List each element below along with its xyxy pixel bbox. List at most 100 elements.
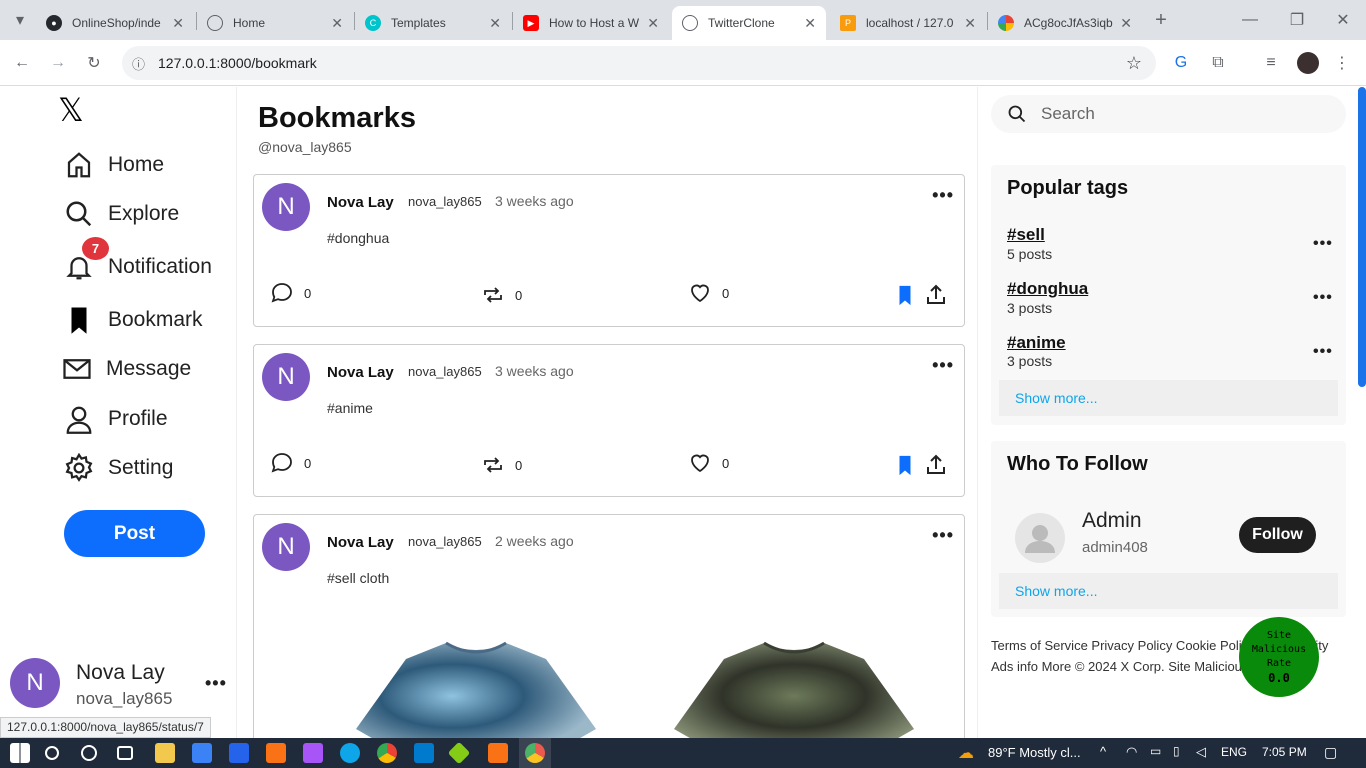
nav-item-explore[interactable]: Explore [64, 199, 179, 229]
file-explorer-icon[interactable] [155, 743, 175, 763]
clock[interactable]: 7:05 PM [1262, 745, 1307, 759]
post-card[interactable]: N Nova Lay nova_lay865 3 weeks ago ••• #… [253, 174, 965, 327]
avatar[interactable]: N [10, 658, 60, 708]
close-icon[interactable]: ✕ [331, 15, 343, 32]
close-icon[interactable]: ✕ [489, 15, 501, 32]
minimize-icon[interactable]: — [1236, 6, 1264, 34]
media-icon[interactable]: ≡ [1257, 49, 1285, 77]
like-button[interactable]: 0 [688, 451, 729, 475]
close-icon[interactable]: ✕ [172, 15, 184, 32]
post-image-tshirt-green[interactable] [664, 639, 924, 738]
back-icon[interactable]: ← [8, 49, 36, 77]
store-icon[interactable] [192, 743, 212, 763]
menu-icon[interactable]: ⋮ [1328, 49, 1356, 77]
more-icon[interactable]: ••• [205, 673, 227, 694]
forward-icon[interactable]: → [44, 49, 72, 77]
xampp-icon[interactable] [266, 743, 286, 763]
tag-link[interactable]: #donghua [1007, 279, 1088, 299]
task-view-icon[interactable] [117, 746, 133, 760]
tab-phpmyadmin[interactable]: P localhost / 127.0 ✕ [830, 6, 986, 40]
search-input[interactable] [1041, 103, 1331, 125]
post-image-tshirt-blue[interactable] [346, 639, 606, 738]
comment-button[interactable]: 0 [270, 451, 311, 475]
share-icon[interactable] [924, 283, 948, 307]
profile-avatar-icon[interactable] [1294, 49, 1322, 77]
wifi-icon[interactable]: ◠ [1126, 744, 1137, 760]
tab-search-icon[interactable]: ▾ [6, 6, 34, 34]
like-button[interactable]: 0 [688, 281, 729, 305]
search-icon[interactable] [45, 746, 59, 760]
app-star-icon[interactable] [303, 743, 323, 763]
show-more-follow-link[interactable]: Show more... [999, 573, 1338, 609]
post-card[interactable]: N Nova Lay nova_lay865 3 weeks ago ••• #… [253, 344, 965, 497]
usb-icon[interactable]: ▯ [1173, 744, 1180, 758]
close-icon[interactable]: ✕ [647, 15, 659, 32]
bookmark-icon[interactable] [894, 284, 916, 306]
extensions-icon[interactable]: ⧉ [1204, 49, 1232, 77]
show-more-tags-link[interactable]: Show more... [999, 380, 1338, 416]
tray-chevron-icon[interactable]: ^ [1100, 744, 1106, 759]
language-indicator[interactable]: ENG [1221, 745, 1247, 759]
sublime-icon[interactable] [488, 743, 508, 763]
reload-icon[interactable]: ↻ [80, 49, 108, 77]
tab-templates[interactable]: C Templates ✕ [355, 6, 511, 40]
repost-button[interactable]: 0 [481, 453, 522, 477]
bookmark-icon[interactable] [894, 454, 916, 476]
more-icon[interactable]: ••• [1313, 343, 1333, 361]
x-logo[interactable]: 𝕏 [58, 91, 84, 129]
share-icon[interactable] [924, 453, 948, 477]
follow-button[interactable]: Follow [1239, 517, 1316, 553]
nav-item-home[interactable]: Home [64, 150, 164, 180]
notification-center-icon[interactable]: ▢ [1324, 744, 1337, 761]
git-app-icon[interactable] [447, 741, 471, 765]
close-icon[interactable]: ✕ [964, 15, 976, 32]
avatar[interactable] [1015, 513, 1065, 563]
tab-home[interactable]: Home ✕ [197, 6, 353, 40]
close-icon[interactable]: ✕ [804, 15, 816, 32]
more-icon[interactable]: ••• [1313, 289, 1333, 307]
site-malicious-rate-badge[interactable]: Site Malicious Rate 0.0 [1239, 617, 1319, 697]
post-author[interactable]: Nova Lay [327, 194, 394, 211]
tab-youtube[interactable]: ▶ How to Host a W ✕ [513, 6, 669, 40]
post-card[interactable]: N Nova Lay nova_lay865 2 weeks ago ••• #… [253, 514, 965, 738]
more-icon[interactable]: ••• [932, 185, 954, 206]
post-author[interactable]: Nova Lay [327, 364, 394, 381]
url-text[interactable]: 127.0.0.1:8000/bookmark [158, 55, 317, 71]
tab-photo[interactable]: ACg8ocJfAs3iqb ✕ [988, 6, 1142, 40]
post-author[interactable]: Nova Lay [327, 534, 394, 551]
restore-icon[interactable]: ❐ [1283, 6, 1311, 34]
close-icon[interactable]: ✕ [1120, 15, 1132, 32]
comment-button[interactable]: 0 [270, 281, 311, 305]
scrollbar-thumb[interactable] [1358, 87, 1366, 387]
weather-icon[interactable]: ☁ [958, 743, 974, 763]
info-icon[interactable]: ⓘ [132, 54, 145, 73]
address-bar[interactable]: ⓘ 127.0.0.1:8000/bookmark ☆ [122, 46, 1156, 80]
follow-user-name[interactable]: Admin [1082, 509, 1142, 533]
cortana-icon[interactable] [81, 745, 97, 761]
nav-item-message[interactable]: Message [62, 354, 191, 384]
star-icon[interactable]: ☆ [1126, 53, 1142, 74]
avatar[interactable]: N [262, 183, 310, 231]
avatar[interactable]: N [262, 523, 310, 571]
window-close-icon[interactable]: ✕ [1329, 6, 1357, 34]
tag-link[interactable]: #anime [1007, 333, 1066, 353]
weather-text[interactable]: 89°F Mostly cl... [988, 745, 1081, 760]
translate-icon[interactable]: G [1167, 49, 1195, 77]
more-icon[interactable]: ••• [932, 525, 954, 546]
nav-item-setting[interactable]: Setting [64, 453, 173, 483]
tab-onlineshop[interactable]: ● OnlineShop/inde ✕ [36, 6, 194, 40]
more-icon[interactable]: ••• [1313, 235, 1333, 253]
vscode-icon[interactable] [414, 743, 434, 763]
tag-link[interactable]: #sell [1007, 225, 1045, 245]
battery-icon[interactable]: ▭ [1150, 744, 1161, 758]
edge-icon[interactable] [340, 743, 360, 763]
new-tab-icon[interactable]: + [1147, 6, 1175, 34]
repost-button[interactable]: 0 [481, 283, 522, 307]
post-button[interactable]: Post [64, 510, 205, 557]
avatar[interactable]: N [262, 353, 310, 401]
mail-app-icon[interactable] [229, 743, 249, 763]
tab-twitterclone[interactable]: TwitterClone ✕ [672, 6, 826, 40]
volume-icon[interactable]: ◁ [1196, 744, 1206, 760]
search-box[interactable] [991, 95, 1346, 133]
windows-start-icon[interactable] [10, 743, 30, 763]
